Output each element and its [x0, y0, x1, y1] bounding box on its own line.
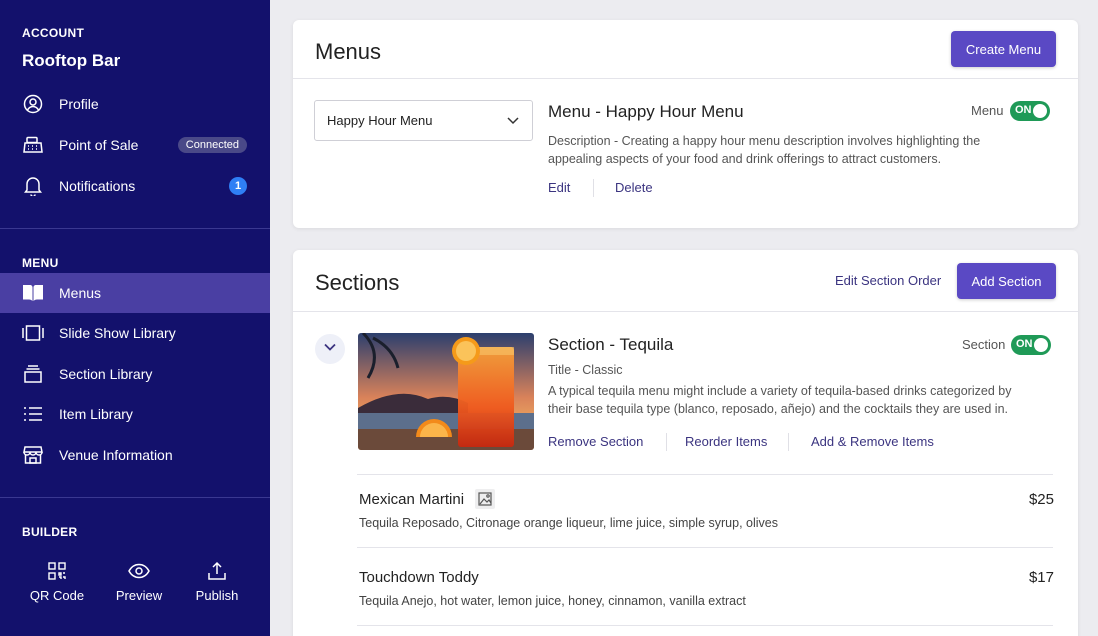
menu-toggle-label: Menu	[971, 103, 1004, 118]
item-description: Tequila Reposado, Citronage orange lique…	[359, 516, 778, 530]
sidebar-item-slide-show-library[interactable]: Slide Show Library	[0, 313, 270, 353]
item-price: $25	[1028, 491, 1054, 508]
link-separator	[666, 433, 667, 451]
sidebar-item-profile[interactable]: Profile	[0, 84, 270, 124]
sidebar-item-label: Profile	[59, 96, 99, 112]
add-section-button[interactable]: Add Section	[957, 263, 1056, 299]
sidebar-item-item-library[interactable]: Item Library	[0, 394, 270, 434]
account-section-label: ACCOUNT	[22, 26, 85, 40]
section-description: A typical tequila menu might include a v…	[548, 384, 1012, 416]
sidebar-item-label: Item Library	[59, 406, 133, 422]
section-heading: Section - Tequila	[548, 335, 674, 354]
connected-badge: Connected	[177, 137, 247, 153]
section-image	[358, 333, 534, 450]
sidebar-item-label: Point of Sale	[59, 137, 139, 153]
builder-label: QR Code	[29, 588, 85, 603]
sidebar-divider	[0, 497, 270, 498]
menu-section-label: MENU	[22, 256, 59, 270]
menus-title: Menus	[315, 39, 382, 64]
sidebar: ACCOUNT Rooftop Bar Profile Point of Sal…	[0, 0, 270, 636]
section-visibility-toggle[interactable]: ON	[1011, 335, 1051, 355]
builder-label: Publish	[195, 588, 239, 603]
user-circle-icon	[22, 93, 44, 115]
card-divider	[293, 78, 1078, 79]
menu-select-value: Happy Hour Menu	[327, 113, 433, 128]
upload-icon	[208, 560, 226, 582]
layers-icon	[22, 363, 44, 385]
toggle-knob	[1034, 338, 1048, 352]
toggle-state: ON	[1015, 104, 1032, 116]
edit-section-order-link[interactable]: Edit Section Order	[835, 273, 941, 288]
sidebar-item-menus[interactable]: Menus	[0, 273, 270, 313]
storefront-icon	[22, 444, 44, 466]
section-subtitle: Title - Classic	[548, 363, 623, 377]
preview-button[interactable]: Preview	[99, 560, 179, 603]
image-placeholder-icon[interactable]	[475, 489, 495, 509]
delete-menu-link[interactable]: Delete	[615, 180, 653, 195]
menu-select[interactable]: Happy Hour Menu	[314, 100, 533, 141]
sidebar-item-notifications[interactable]: Notifications 1	[0, 166, 270, 206]
link-separator	[593, 179, 594, 197]
sidebar-item-label: Menus	[59, 285, 102, 301]
item-divider	[357, 625, 1053, 626]
menu-visibility-toggle[interactable]: ON	[1010, 101, 1050, 121]
sidebar-item-point-of-sale[interactable]: Point of Sale Connected	[0, 125, 270, 165]
qr-code-icon	[48, 560, 66, 582]
notification-count-badge: 1	[229, 177, 247, 195]
qr-code-button[interactable]: QR Code	[17, 560, 97, 603]
menu-description: Description - Creating a happy hour menu…	[548, 134, 981, 166]
create-menu-button[interactable]: Create Menu	[951, 31, 1056, 67]
card-divider	[293, 311, 1078, 312]
edit-menu-link[interactable]: Edit	[548, 180, 570, 195]
slides-icon	[22, 322, 44, 344]
sections-title: Sections	[315, 270, 400, 295]
toggle-state: ON	[1016, 338, 1033, 350]
sidebar-divider	[0, 228, 270, 229]
link-separator	[788, 433, 789, 451]
item-divider	[357, 474, 1053, 475]
cash-register-icon	[22, 134, 44, 156]
collapse-section-button[interactable]	[315, 334, 345, 364]
chevron-down-icon	[323, 340, 337, 359]
sidebar-item-label: Venue Information	[59, 447, 173, 463]
add-remove-items-link[interactable]: Add & Remove Items	[811, 434, 934, 449]
eye-icon	[128, 560, 150, 582]
menus-card: Menus Create Menu Happy Hour Menu Menu -…	[293, 20, 1078, 228]
item-description: Tequila Anejo, hot water, lemon juice, h…	[359, 594, 746, 608]
item-name: Touchdown Toddy	[359, 569, 479, 586]
chevron-down-icon	[506, 113, 520, 130]
sidebar-item-label: Section Library	[59, 366, 153, 382]
sidebar-item-section-library[interactable]: Section Library	[0, 354, 270, 394]
sidebar-item-label: Slide Show Library	[59, 325, 176, 341]
item-name: Mexican Martini	[359, 491, 465, 508]
toggle-knob	[1033, 104, 1047, 118]
item-price: $17	[1028, 569, 1054, 586]
section-toggle-label: Section	[962, 337, 1006, 352]
account-name: Rooftop Bar	[22, 51, 121, 70]
item-divider	[357, 547, 1053, 548]
reorder-items-link[interactable]: Reorder Items	[685, 434, 767, 449]
menu-heading: Menu - Happy Hour Menu	[548, 102, 744, 121]
builder-section-label: BUILDER	[22, 525, 78, 539]
sidebar-item-venue-information[interactable]: Venue Information	[0, 435, 270, 475]
list-icon	[22, 403, 44, 425]
sections-card: Sections Edit Section Order Add Section	[293, 250, 1078, 636]
bell-icon	[22, 175, 44, 197]
book-icon	[22, 282, 44, 304]
publish-button[interactable]: Publish	[177, 560, 257, 603]
builder-label: Preview	[115, 588, 163, 603]
remove-section-link[interactable]: Remove Section	[548, 434, 643, 449]
sidebar-item-label: Notifications	[59, 178, 136, 194]
